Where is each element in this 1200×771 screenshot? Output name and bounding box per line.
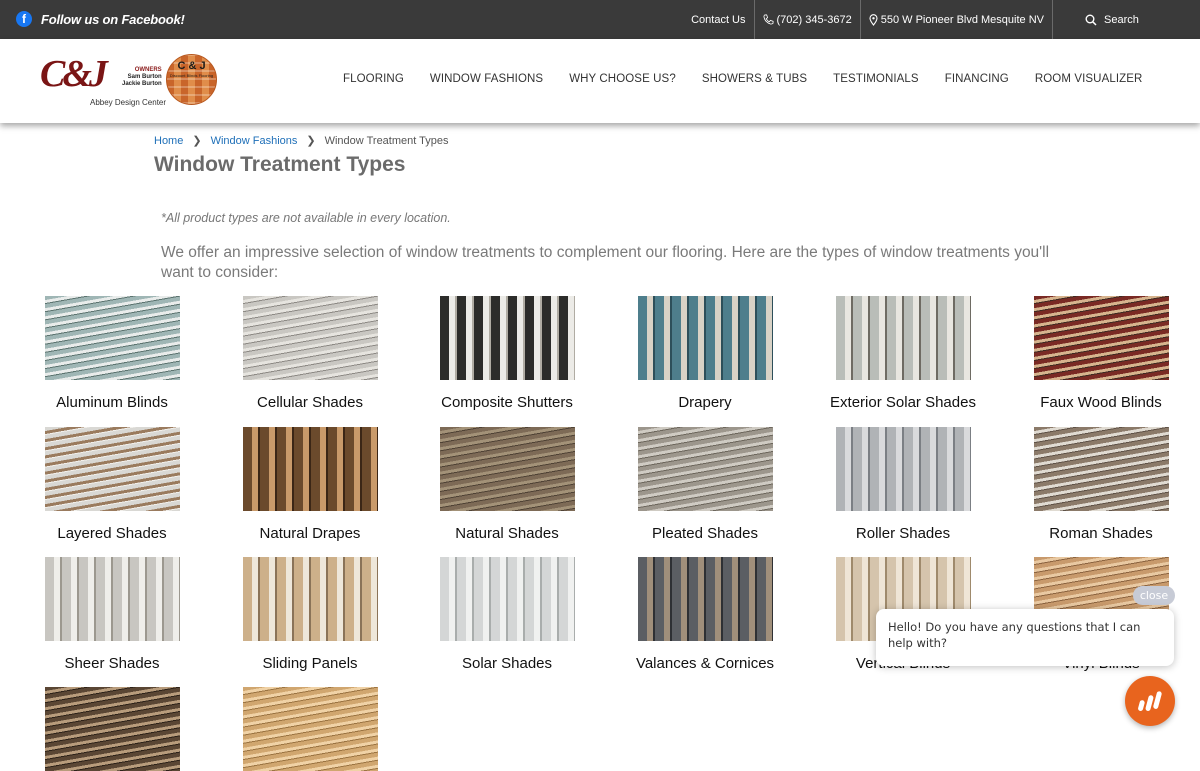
product-label[interactable]: Faux Wood Blinds: [1003, 394, 1199, 411]
map-pin-icon: [869, 13, 878, 26]
chat-message-bubble[interactable]: Hello! Do you have any questions that I …: [876, 609, 1174, 666]
nav-why-choose-us[interactable]: WHY CHOOSE US?: [556, 73, 689, 85]
search-button[interactable]: Search: [1052, 0, 1200, 39]
product-label[interactable]: Roman Shades: [1003, 525, 1199, 542]
layered-shades-photo[interactable]: [44, 427, 180, 511]
product-label[interactable]: Sliding Panels: [212, 655, 408, 672]
product-tile[interactable]: Layered Shades: [14, 427, 210, 542]
faux-wood-blinds-photo[interactable]: [1033, 296, 1169, 380]
top-bar: f Follow us on Facebook! Contact Us (702…: [0, 0, 1200, 39]
product-tile[interactable]: Drapery: [607, 296, 803, 411]
product-label[interactable]: Sheer Shades: [14, 655, 210, 672]
facebook-link[interactable]: f Follow us on Facebook!: [16, 11, 185, 27]
intro-text: We offer an impressive selection of wind…: [161, 244, 1050, 281]
product-label[interactable]: Valances & Cornices: [607, 655, 803, 672]
product-label[interactable]: Aluminum Blinds: [14, 394, 210, 411]
product-label[interactable]: Roller Shades: [805, 525, 1001, 542]
chat-close-button[interactable]: close: [1133, 586, 1175, 605]
product-tile[interactable]: Exterior Solar Shades: [805, 296, 1001, 411]
sheer-shades-photo[interactable]: [44, 557, 180, 641]
cj-logo[interactable]: C&J OWNERS Sam Burton Jackie Burton Abbe…: [40, 52, 166, 108]
product-tile[interactable]: Faux Wood Blinds: [1003, 296, 1199, 411]
phone-icon: [763, 14, 774, 25]
natural-drapes-photo[interactable]: [242, 427, 378, 511]
product-label[interactable]: Exterior Solar Shades: [805, 394, 1001, 411]
chevron-right-icon: ❯: [306, 135, 316, 147]
composite-shutters-photo[interactable]: [439, 296, 575, 380]
product-label[interactable]: Natural Drapes: [212, 525, 408, 542]
search-icon: [1085, 14, 1097, 26]
roller-shades-photo[interactable]: [835, 427, 971, 511]
product-tile[interactable]: Roman Shades: [1003, 427, 1199, 542]
product-tile[interactable]: Valances & Cornices: [607, 557, 803, 672]
chat-launcher-button[interactable]: [1125, 676, 1175, 726]
site-header: C&J OWNERS Sam Burton Jackie Burton Abbe…: [0, 39, 1200, 123]
page-title: Window Treatment Types: [154, 153, 406, 176]
disclaimer-text: *All product types are not available in …: [161, 211, 451, 225]
product-tile[interactable]: [212, 687, 408, 771]
product-label[interactable]: Drapery: [607, 394, 803, 411]
nav-flooring[interactable]: FLOORING: [330, 73, 417, 85]
woven-wood-photo[interactable]: [242, 687, 378, 771]
breadcrumb: Home ❯ Window Fashions ❯ Window Treatmen…: [154, 134, 449, 148]
nav-financing[interactable]: FINANCING: [932, 73, 1022, 85]
pleated-shades-photo[interactable]: [637, 427, 773, 511]
product-label[interactable]: Pleated Shades: [607, 525, 803, 542]
product-tile[interactable]: Solar Shades: [409, 557, 605, 672]
solar-shades-photo[interactable]: [439, 557, 575, 641]
cellular-shades-photo[interactable]: [242, 296, 378, 380]
product-tile[interactable]: [14, 687, 210, 771]
sliding-panels-photo[interactable]: [242, 557, 378, 641]
chat-bars-icon: [1138, 691, 1162, 712]
facebook-text: Follow us on Facebook!: [41, 11, 185, 27]
product-tile[interactable]: Natural Drapes: [212, 427, 408, 542]
address-link[interactable]: 550 W Pioneer Blvd Mesquite NV: [859, 0, 1052, 39]
product-label[interactable]: Layered Shades: [14, 525, 210, 542]
breadcrumb-home[interactable]: Home: [154, 135, 183, 147]
product-tile[interactable]: Natural Shades: [409, 427, 605, 542]
product-label[interactable]: Composite Shutters: [409, 394, 605, 411]
product-label[interactable]: Natural Shades: [409, 525, 605, 542]
nav-room-visualizer[interactable]: ROOM VISUALIZER: [1022, 73, 1156, 85]
exterior-solar-shades-photo[interactable]: [835, 296, 971, 380]
chevron-right-icon: ❯: [192, 135, 202, 147]
product-tile[interactable]: Sliding Panels: [212, 557, 408, 672]
product-label[interactable]: Cellular Shades: [212, 394, 408, 411]
main-nav: FLOORING WINDOW FASHIONS WHY CHOOSE US? …: [330, 73, 1155, 85]
natural-shades-photo[interactable]: [439, 427, 575, 511]
nav-showers-tubs[interactable]: SHOWERS & TUBS: [689, 73, 820, 85]
drapery-photo[interactable]: [637, 296, 773, 380]
product-tile[interactable]: Cellular Shades: [212, 296, 408, 411]
nav-testimonials[interactable]: TESTIMONIALS: [820, 73, 932, 85]
facebook-icon: f: [16, 11, 32, 27]
contact-us-link[interactable]: Contact Us: [683, 0, 753, 39]
breadcrumb-window-fashions[interactable]: Window Fashions: [211, 135, 298, 147]
wood-blinds-photo[interactable]: [44, 687, 180, 771]
product-tile[interactable]: Roller Shades: [805, 427, 1001, 542]
nav-window-fashions[interactable]: WINDOW FASHIONS: [417, 73, 556, 85]
product-tile[interactable]: Pleated Shades: [607, 427, 803, 542]
valances-cornices-photo[interactable]: [637, 557, 773, 641]
phone-link[interactable]: (702) 345-3672: [753, 0, 860, 39]
product-tile[interactable]: Sheer Shades: [14, 557, 210, 672]
flooring-badge-logo[interactable]: C & J Discount Blinds Flooring: [166, 54, 217, 105]
product-label[interactable]: Solar Shades: [409, 655, 605, 672]
product-tile[interactable]: Aluminum Blinds: [14, 296, 210, 411]
roman-shades-photo[interactable]: [1033, 427, 1169, 511]
breadcrumb-current: Window Treatment Types: [324, 134, 449, 147]
aluminum-blinds-photo[interactable]: [44, 296, 180, 380]
product-tile[interactable]: Composite Shutters: [409, 296, 605, 411]
